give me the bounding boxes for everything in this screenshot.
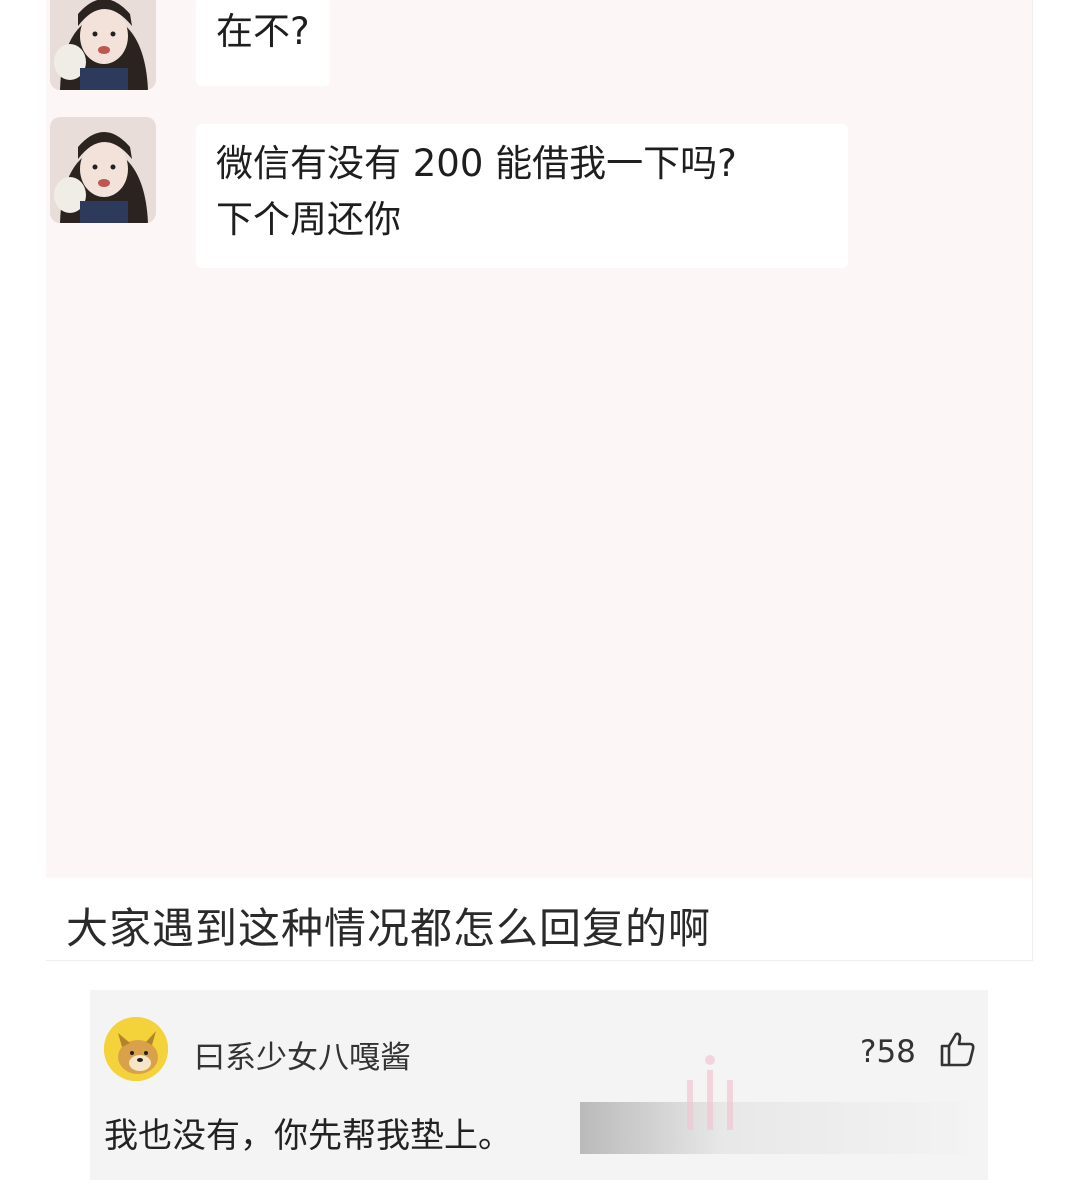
comment-text: 我也没有，你先帮我垫上。	[104, 1116, 512, 1156]
post-caption: 大家遇到这种情况都怎么回复的啊	[66, 904, 712, 953]
chat-bubble: 微信有没有 200 能借我一下吗? 下个周还你	[196, 124, 848, 268]
chat-bubble-line: 在不?	[216, 10, 310, 53]
like-count: ?58	[860, 1034, 916, 1070]
watermark-icon	[687, 1055, 733, 1130]
post-card: 在不? 微信有没有 200 能借我一下吗? 下个周还你 大家遇到这种情况都怎么回…	[46, 0, 1033, 961]
chat-bubble-line: 下个周还你	[216, 198, 401, 241]
comment-card: 曰系少女八嘎酱 ?58 我也没有，你先帮我垫上。	[90, 990, 988, 1180]
girl-avatar-icon	[50, 117, 156, 223]
chat-bubble-line: 微信有没有 200 能借我一下吗?	[216, 142, 737, 185]
dog-avatar-icon[interactable]	[104, 1017, 168, 1081]
chat-bubble: 在不?	[196, 0, 330, 86]
girl-avatar-icon	[50, 0, 156, 90]
commenter-name[interactable]: 曰系少女八嘎酱	[194, 1032, 411, 1077]
thumbs-up-icon[interactable]	[938, 1030, 976, 1068]
chat-screenshot: 在不? 微信有没有 200 能借我一下吗? 下个周还你	[46, 0, 1032, 878]
